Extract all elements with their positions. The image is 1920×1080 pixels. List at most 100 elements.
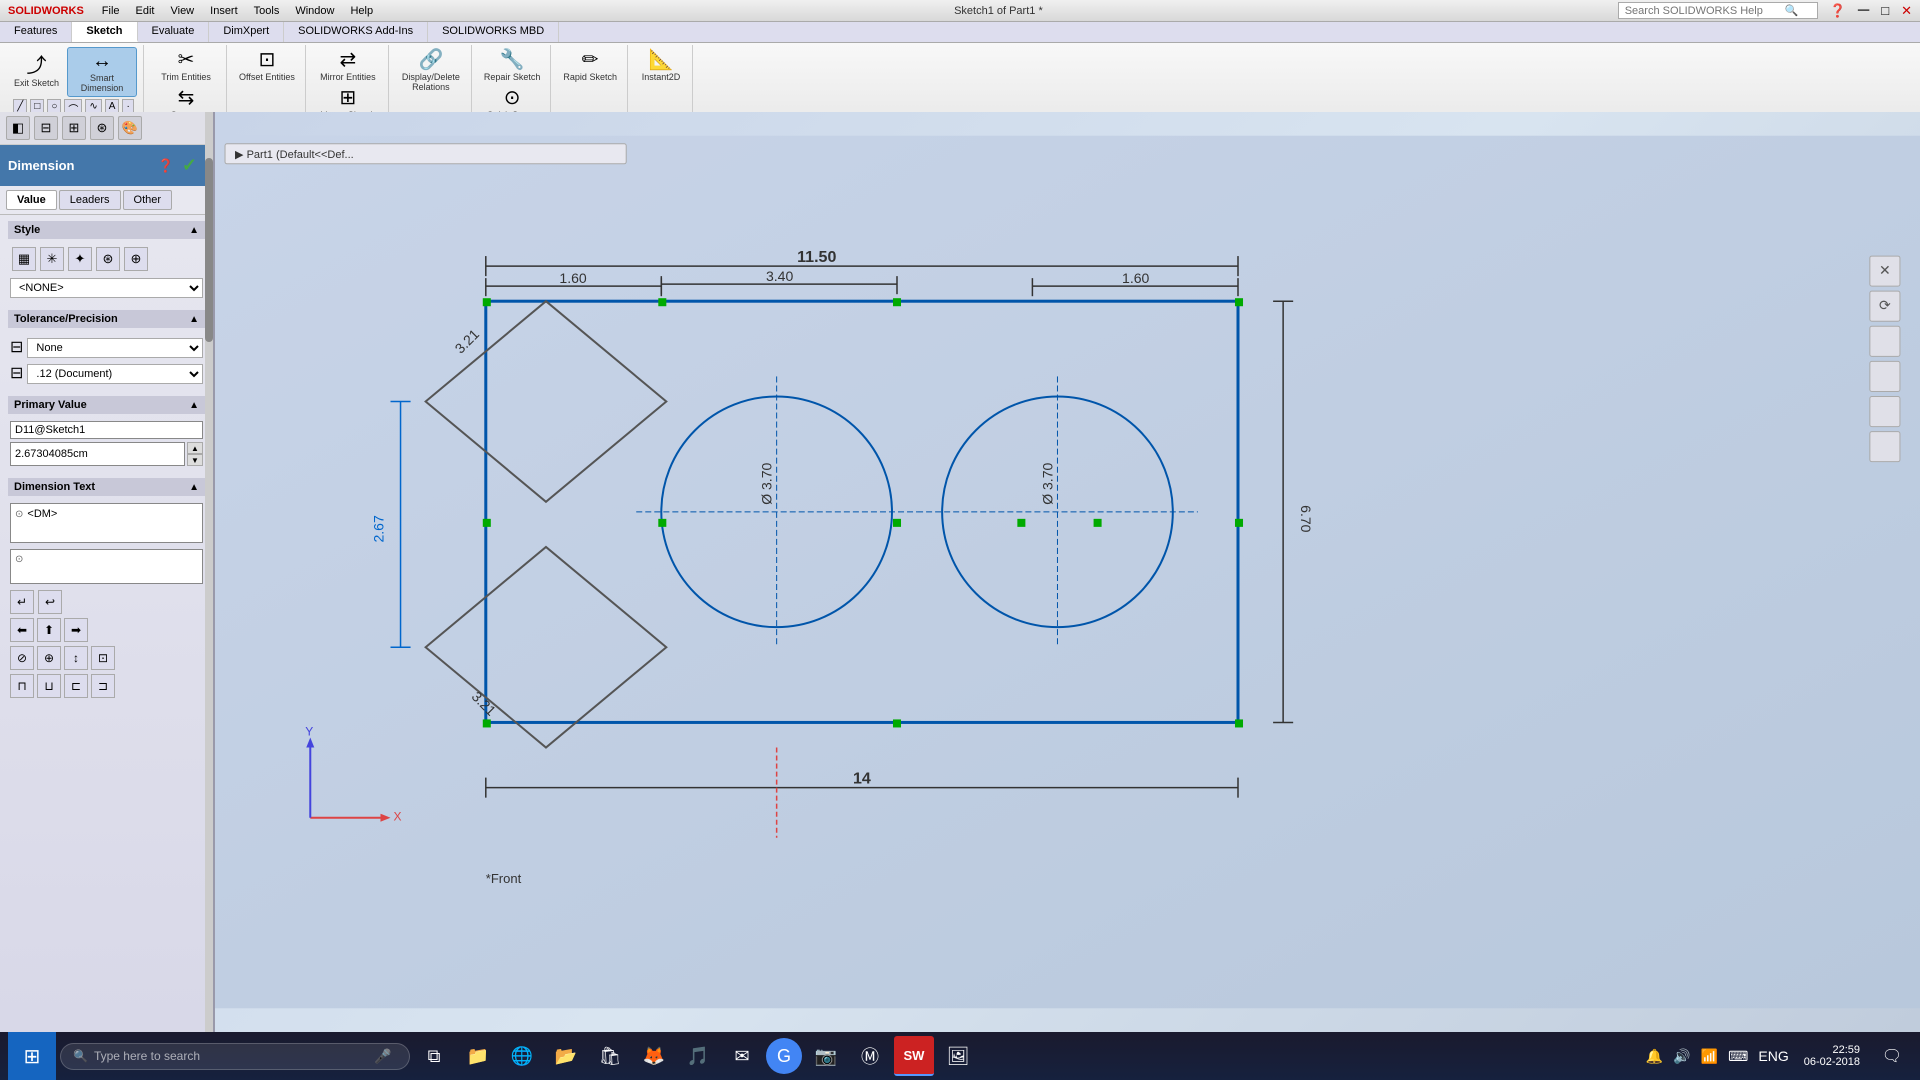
taskbar-search[interactable]: 🔍 🎤 [60,1043,410,1070]
tray-network-icon[interactable]: 📶 [1698,1048,1721,1065]
tolerance-collapse[interactable]: ▲ [189,314,199,325]
media-button[interactable]: 🎵 [678,1036,718,1076]
misc-icon3[interactable]: ↕ [64,646,88,670]
tab-features[interactable]: Features [0,22,72,42]
primary-value-header[interactable]: Primary Value ▲ [8,396,205,414]
more-icon1[interactable]: ⊓ [10,674,34,698]
mail-button[interactable]: ✉ [722,1036,762,1076]
menu-window[interactable]: Window [289,4,340,18]
spin-up[interactable]: ▲ [187,442,203,454]
tolerance-header[interactable]: Tolerance/Precision ▲ [8,310,205,328]
align-right[interactable]: ➡ [64,618,88,642]
tray-lang-icon[interactable]: ENG [1755,1048,1791,1064]
style-icon-3[interactable]: ✦ [68,247,92,271]
chrome-button[interactable]: G [766,1038,802,1074]
panel-icon-1[interactable]: ◧ [6,116,30,140]
panel-scroll-thumb[interactable] [205,158,213,342]
tab-addins[interactable]: SOLIDWORKS Add-Ins [284,22,428,42]
panel-tab-value[interactable]: Value [6,190,57,210]
dim-text-btn1[interactable]: ↵ [10,590,34,614]
dim-text-icon2[interactable]: ⊙ [15,554,23,565]
solidworks-search-input[interactable] [1625,5,1785,17]
panel-confirm-button[interactable]: ✓ [174,151,205,180]
dim-text-btn2[interactable]: ↩ [38,590,62,614]
style-collapse[interactable]: ▲ [189,225,199,236]
minimize-icon[interactable]: ─ [1858,2,1869,20]
tray-volume-icon[interactable]: 🔊 [1670,1048,1693,1065]
panel-help-icon[interactable]: ❓ [158,158,174,174]
more-icon4[interactable]: ⊐ [91,674,115,698]
start-button[interactable]: ⊞ [8,1032,56,1080]
instant2d-button[interactable]: 📐 Instant2D [636,47,686,85]
trim-entities-button[interactable]: ✂ Trim Entities [157,47,215,85]
menu-file[interactable]: File [96,4,126,18]
panel-icon-5[interactable]: 🎨 [118,116,142,140]
menu-bar[interactable]: File Edit View Insert Tools Window Help [96,4,379,18]
align-left[interactable]: ⬅ [10,618,34,642]
repair-sketch-button[interactable]: 🔧 Repair Sketch [480,47,545,85]
spin-down[interactable]: ▼ [187,454,203,466]
mirror-entities-button[interactable]: ⇄ Mirror Entities [316,47,380,85]
misc-icon2[interactable]: ⊕ [37,646,61,670]
more-icon2[interactable]: ⊔ [37,674,61,698]
tab-dimxpert[interactable]: DimXpert [209,22,284,42]
solidworks-search[interactable]: 🔍 [1618,2,1818,19]
system-clock[interactable]: 22:59 06-02-2018 [1796,1044,1868,1068]
photos-button[interactable]: 🖼 [938,1036,978,1076]
primary-value-input2[interactable] [10,442,185,466]
task-view-button[interactable]: ⧉ [414,1036,454,1076]
align-center[interactable]: ⬆ [37,618,61,642]
notification-center-button[interactable]: 🗨 [1872,1036,1912,1076]
folder-button[interactable]: 📂 [546,1036,586,1076]
pv-collapse[interactable]: ▲ [189,400,199,411]
more-icon3[interactable]: ⊏ [64,674,88,698]
solidworks-button[interactable]: SW [894,1036,934,1076]
precision-dropdown[interactable]: .12 (Document) .1 .12 [27,364,203,384]
firefox-button[interactable]: 🦊 [634,1036,674,1076]
rapid-sketch-button[interactable]: ✏ Rapid Sketch [559,47,621,85]
close-icon[interactable]: ✕ [1901,3,1912,19]
display-delete-button[interactable]: 🔗 Display/Delete Relations [397,47,465,95]
primary-value-input1[interactable] [10,421,203,439]
tab-mbd[interactable]: SOLIDWORKS MBD [428,22,559,42]
style-icon-5[interactable]: ⊕ [124,247,148,271]
menu-insert[interactable]: Insert [204,4,244,18]
panel-icon-3[interactable]: ⊞ [62,116,86,140]
taskbar-search-input[interactable] [94,1049,374,1063]
tray-notify-icon[interactable]: 🔔 [1643,1048,1666,1065]
panel-icon-2[interactable]: ⊟ [34,116,58,140]
exit-sketch-button[interactable]: ⤴ Exit Sketch [10,47,63,97]
dt-collapse[interactable]: ▲ [189,482,199,493]
store-button[interactable]: 🛍 [590,1036,630,1076]
menu-view[interactable]: View [164,4,200,18]
menu-edit[interactable]: Edit [130,4,161,18]
dim-text-header[interactable]: Dimension Text ▲ [8,478,205,496]
offset-entities-button[interactable]: ⊡ Offset Entities [235,47,299,85]
edge-button[interactable]: 🌐 [502,1036,542,1076]
panel-tab-other[interactable]: Other [123,190,173,210]
menu-tools[interactable]: Tools [248,4,286,18]
maximize-icon[interactable]: □ [1881,3,1889,18]
style-section-header[interactable]: Style ▲ [8,221,205,239]
style-dropdown[interactable]: <NONE> Default [10,278,203,298]
tab-evaluate[interactable]: Evaluate [138,22,210,42]
misc-icon1[interactable]: ⊘ [10,646,34,670]
microphone-icon[interactable]: 🎤 [374,1048,391,1065]
matlab-button[interactable]: Ⓜ [850,1036,890,1076]
style-icon-4[interactable]: ⊛ [96,247,120,271]
tab-sketch[interactable]: Sketch [72,22,137,42]
smart-dimension-button[interactable]: ↔ Smart Dimension [67,47,137,97]
main-canvas[interactable]: ▶ Part1 (Default<<Def... 11.50 3.40 1.60… [215,112,1920,1032]
panel-scrollbar[interactable] [205,112,213,1032]
file-explorer-button[interactable]: 📁 [458,1036,498,1076]
panel-icon-4[interactable]: ⊛ [90,116,114,140]
tolerance-dropdown[interactable]: None Basic [27,338,203,358]
style-icon-2[interactable]: ✳ [40,247,64,271]
menu-help[interactable]: Help [344,4,379,18]
camera-button[interactable]: 📷 [806,1036,846,1076]
misc-icon4[interactable]: ⊡ [91,646,115,670]
panel-tab-leaders[interactable]: Leaders [59,190,121,210]
style-icon-1[interactable]: ▦ [12,247,36,271]
tray-keyboard-icon[interactable]: ⌨ [1725,1048,1751,1065]
dim-text-icon1[interactable]: ⊙ [15,509,23,520]
